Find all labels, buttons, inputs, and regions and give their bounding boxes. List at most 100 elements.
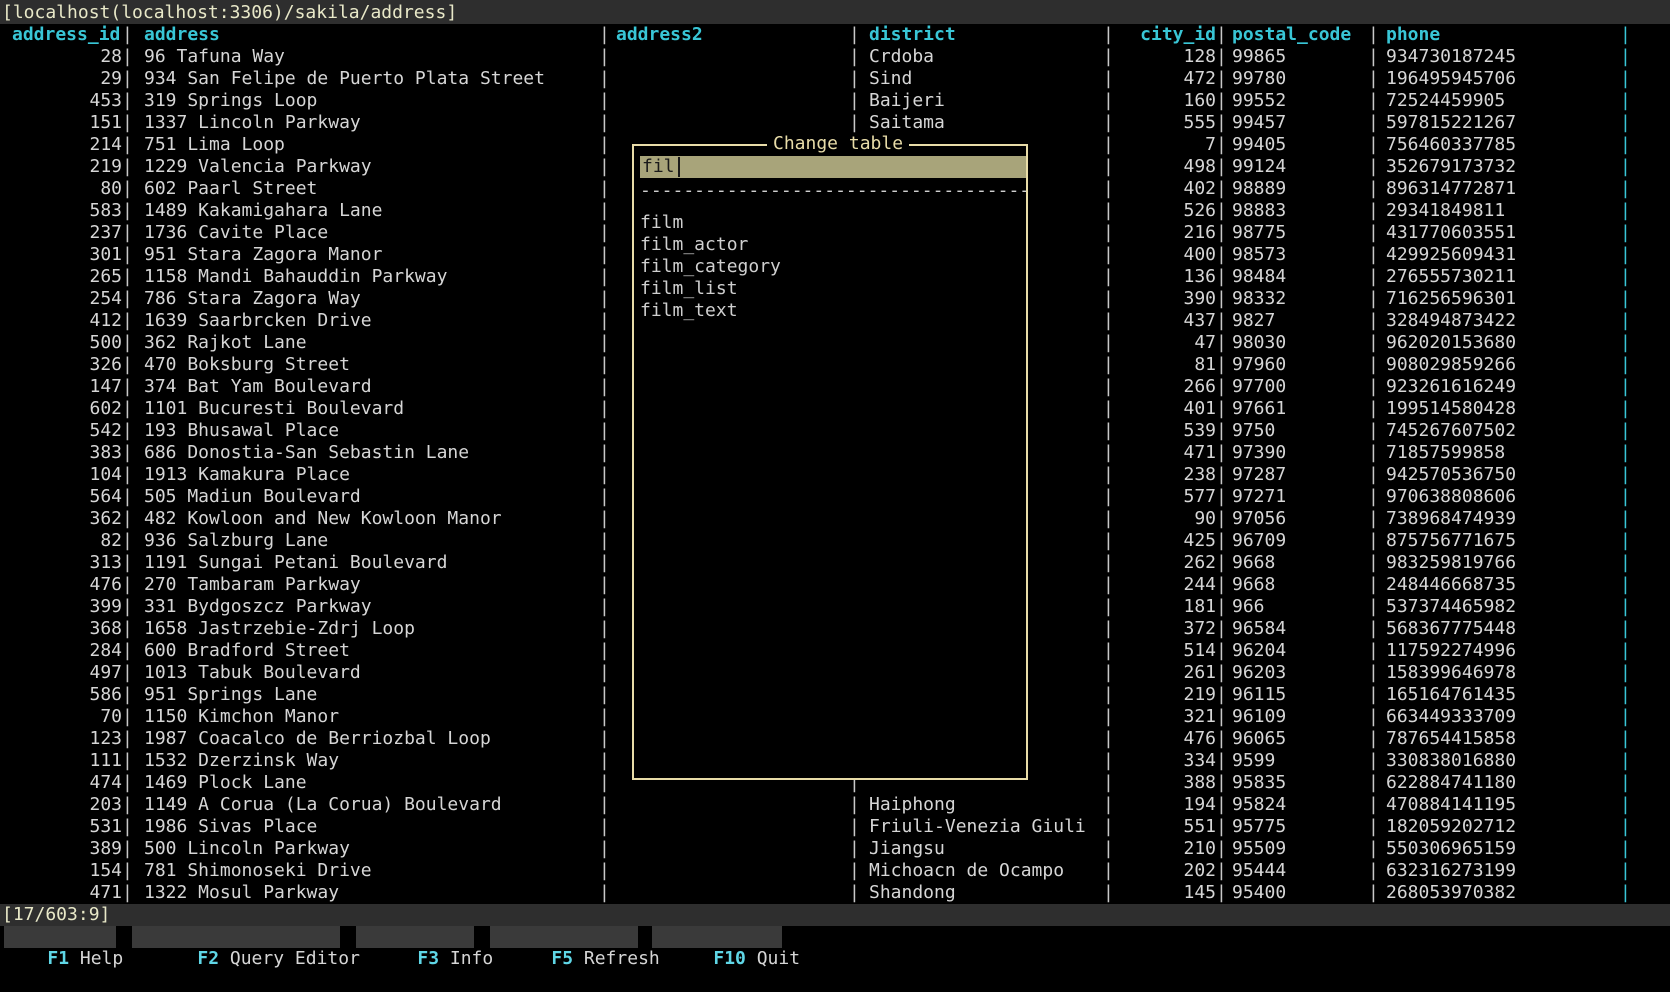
column-separator: |	[122, 464, 133, 485]
table-row[interactable]: 28 | 96 Tafuna Way | | Crdoba | 128 | 99865 | 93473…	[0, 46, 1670, 68]
col-header-city-id[interactable]: city_id	[1120, 24, 1216, 46]
cell-phone: 622884741180	[1386, 772, 1517, 793]
table-row[interactable]: 154 | 781 Shimonoseki Drive | | Michoacn de O…	[0, 860, 1670, 882]
quit-button[interactable]: F10 Quit	[652, 926, 800, 969]
cell-address-id: 28	[100, 46, 122, 67]
query-editor-button[interactable]: F2 Query Editor	[132, 926, 360, 969]
refresh-button[interactable]: F5 Refresh	[490, 926, 660, 969]
column-separator: |	[122, 706, 133, 727]
cell-address: 1987 Coacalco de Berriozbal Loop	[144, 728, 491, 749]
table-row[interactable]: 389 | 500 Lincoln Parkway | | Jiangsu | 210 | 955…	[0, 838, 1670, 860]
cell-city-id: 202	[1183, 860, 1216, 881]
cell-city-id: 437	[1183, 310, 1216, 331]
help-label: Help	[69, 948, 124, 969]
cell-address-id: 237	[89, 222, 122, 243]
cell-address-id: 474	[89, 772, 122, 793]
column-separator: |	[599, 288, 610, 309]
column-separator: |	[122, 200, 133, 221]
col-header-address[interactable]: address	[144, 24, 594, 46]
column-separator: |	[1368, 508, 1379, 529]
column-separator: |	[122, 574, 133, 595]
cell-city-id: 498	[1183, 156, 1216, 177]
cell-address-id: 82	[100, 530, 122, 551]
cell-city-id: 181	[1183, 596, 1216, 617]
column-separator: |	[1103, 134, 1114, 155]
table-option-film-category[interactable]: film_category	[640, 256, 781, 278]
cell-address-id: 265	[89, 266, 122, 287]
cell-city-id: 551	[1183, 816, 1216, 837]
cell-address: 482 Kowloon and New Kowloon Manor	[144, 508, 502, 529]
cell-district: Friuli-Venezia Giuli	[869, 816, 1086, 837]
column-separator: |	[599, 464, 610, 485]
cell-postal-code: 99124	[1232, 156, 1287, 177]
cell-address-id: 154	[89, 860, 122, 881]
cell-phone: 745267607502	[1386, 420, 1517, 441]
cell-address: 1229 Valencia Parkway	[144, 156, 372, 177]
table-option-film[interactable]: film	[640, 212, 683, 234]
cell-phone: 597815221267	[1386, 112, 1517, 133]
cell-postal-code: 97390	[1232, 442, 1287, 463]
table-row[interactable]: 203 | 1149 A Corua (La Corua) Boulevard | | H…	[0, 794, 1670, 816]
column-separator: |	[849, 90, 860, 111]
col-header-address2[interactable]: address2	[616, 24, 846, 46]
help-button[interactable]: F1 Help	[4, 926, 123, 969]
column-separator: |	[122, 112, 133, 133]
cell-phone: 632316273199	[1386, 860, 1517, 881]
refresh-label: Refresh	[573, 948, 660, 969]
table-filter-input[interactable]: fil	[640, 156, 1026, 178]
table-row[interactable]: 29 | 934 San Felipe de Puerto Plata Street…	[0, 68, 1670, 90]
cell-city-id: 81	[1194, 354, 1216, 375]
cell-address: 781 Shimonoseki Drive	[144, 860, 372, 881]
table-row[interactable]: 531 | 1986 Sivas Place | | Friuli-Venezia Giu…	[0, 816, 1670, 838]
col-header-postal-code[interactable]: postal_code	[1232, 24, 1372, 46]
column-separator: |	[1103, 288, 1114, 309]
column-separator: |	[1620, 662, 1631, 683]
column-separator: |	[122, 618, 133, 639]
cell-phone: 29341849811	[1386, 200, 1506, 221]
cell-city-id: 160	[1183, 90, 1216, 111]
column-separator: |	[1103, 640, 1114, 661]
table-option-film-list[interactable]: film_list	[640, 278, 738, 300]
cell-postal-code: 96584	[1232, 618, 1287, 639]
cell-address-id: 583	[89, 200, 122, 221]
column-separator: |	[122, 640, 133, 661]
column-separator: |	[599, 882, 610, 903]
info-button[interactable]: F3 Info	[356, 926, 493, 969]
column-separator: |	[599, 728, 610, 749]
cell-address: 951 Stara Zagora Manor	[144, 244, 383, 265]
info-label: Info	[439, 948, 494, 969]
table-row[interactable]: 151 | 1337 Lincoln Parkway | | Saitama | 555 | 99…	[0, 112, 1670, 134]
column-separator: |	[849, 816, 860, 837]
cell-phone: 970638808606	[1386, 486, 1517, 507]
cell-phone: 429925609431	[1386, 244, 1517, 265]
column-separator: |	[1103, 596, 1114, 617]
column-separator: |	[599, 750, 610, 771]
column-separator: |	[1368, 640, 1379, 661]
column-separator: |	[122, 794, 133, 815]
cell-district: Crdoba	[869, 46, 935, 67]
column-separator: |	[122, 816, 133, 837]
cell-address-id: 80	[100, 178, 122, 199]
cell-phone: 158399646978	[1386, 662, 1517, 683]
column-separator: |	[1368, 354, 1379, 375]
col-header-district[interactable]: district	[869, 24, 1099, 46]
column-separator: |	[1103, 46, 1114, 67]
column-separator: |	[599, 596, 610, 617]
col-header-address-id[interactable]: address_id	[12, 24, 122, 46]
column-separator: |	[122, 486, 133, 507]
cell-postal-code: 99405	[1232, 134, 1287, 155]
table-row[interactable]: 471 | 1322 Mosul Parkway | | Shandong | 145 | 954…	[0, 882, 1670, 904]
column-separator: |	[1103, 266, 1114, 287]
column-separator: |	[1216, 244, 1227, 265]
table-row[interactable]: 453 | 319 Springs Loop | | Baijeri | 160 | 99552 |…	[0, 90, 1670, 112]
column-separator: |	[1103, 530, 1114, 551]
column-separator: |	[122, 288, 133, 309]
col-header-phone[interactable]: phone	[1386, 24, 1586, 46]
column-separator: |	[1620, 816, 1631, 837]
table-option-film-text[interactable]: film_text	[640, 300, 738, 322]
column-separator: |	[1368, 684, 1379, 705]
cell-address-id: 254	[89, 288, 122, 309]
column-separator: |	[1216, 90, 1227, 111]
table-option-film-actor[interactable]: film_actor	[640, 234, 748, 256]
cell-phone: 908029859266	[1386, 354, 1517, 375]
